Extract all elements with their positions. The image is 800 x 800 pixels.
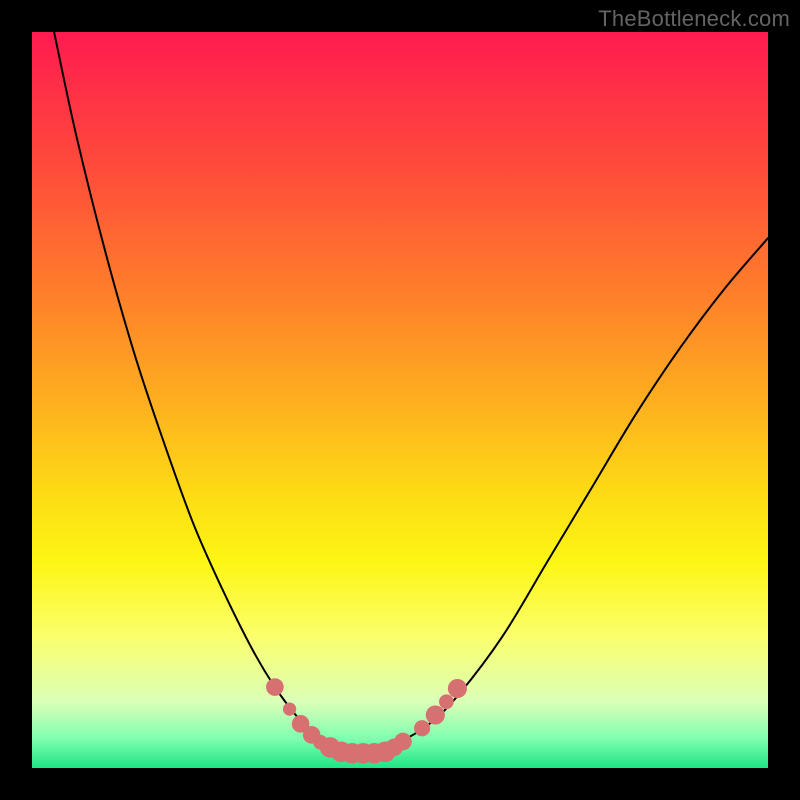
curve-marker bbox=[448, 679, 467, 698]
curve-marker bbox=[414, 720, 430, 736]
curve-marker bbox=[394, 733, 412, 751]
attribution-label: TheBottleneck.com bbox=[598, 6, 790, 32]
bottleneck-curve bbox=[54, 32, 768, 754]
curve-marker bbox=[439, 694, 454, 709]
plot-area bbox=[32, 32, 768, 768]
chart-svg bbox=[32, 32, 768, 768]
curve-marker bbox=[266, 678, 284, 696]
curve-marker bbox=[283, 702, 296, 715]
curve-markers bbox=[266, 678, 467, 763]
chart-stage: TheBottleneck.com bbox=[0, 0, 800, 800]
curve-marker bbox=[426, 705, 445, 724]
